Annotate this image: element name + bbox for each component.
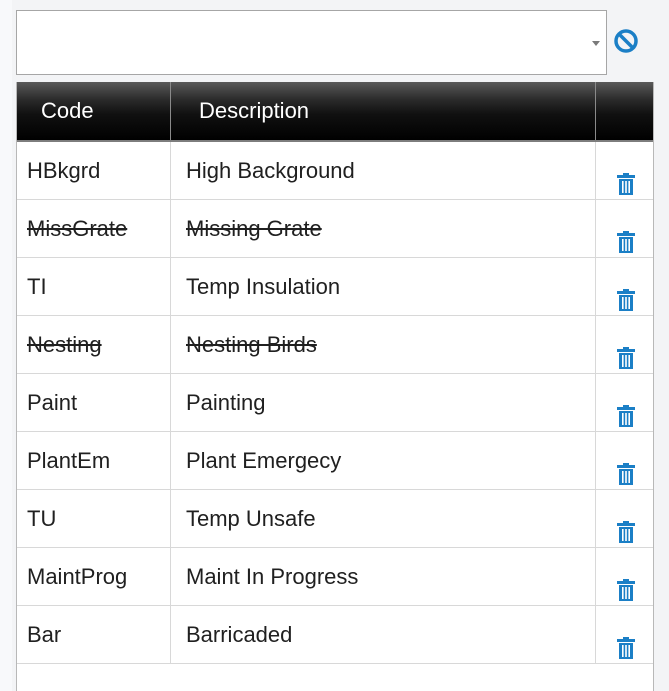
cell-code: HBkgrd: [17, 142, 171, 199]
cell-description: High Background: [171, 142, 596, 199]
cell-actions: [596, 258, 653, 315]
table-row[interactable]: PlantEm Plant Emergecy: [17, 432, 653, 490]
grid-header: Code Description: [17, 82, 653, 142]
code-filter-combobox[interactable]: [16, 10, 607, 75]
cell-code: MaintProg: [17, 548, 171, 605]
cancel-circle-icon: [614, 29, 638, 53]
cell-code: TU: [17, 490, 171, 547]
column-header-description[interactable]: Description: [171, 82, 596, 140]
cell-actions: [596, 606, 653, 663]
trash-icon[interactable]: [616, 623, 636, 659]
table-row[interactable]: TU Temp Unsafe: [17, 490, 653, 548]
table-row[interactable]: TI Temp Insulation: [17, 258, 653, 316]
column-header-actions: [596, 82, 653, 140]
clear-filter-button[interactable]: [612, 27, 640, 55]
left-panel-edge: [0, 0, 12, 691]
cell-description: Missing Grate: [171, 200, 596, 257]
cell-code: Bar: [17, 606, 171, 663]
trash-icon[interactable]: [616, 507, 636, 543]
cell-description: Temp Insulation: [171, 258, 596, 315]
cell-description: Painting: [171, 374, 596, 431]
cell-description: Maint In Progress: [171, 548, 596, 605]
column-header-code[interactable]: Code: [17, 82, 171, 140]
cell-actions: [596, 316, 653, 373]
trash-icon[interactable]: [616, 391, 636, 427]
table-row[interactable]: MaintProg Maint In Progress: [17, 548, 653, 606]
trash-icon[interactable]: [616, 275, 636, 311]
cell-description: Barricaded: [171, 606, 596, 663]
cell-actions: [596, 490, 653, 547]
table-row[interactable]: Paint Painting: [17, 374, 653, 432]
table-row[interactable]: MissGrate Missing Grate: [17, 200, 653, 258]
dropdown-arrow-icon[interactable]: [592, 41, 600, 46]
cell-actions: [596, 432, 653, 489]
trash-icon[interactable]: [616, 217, 636, 253]
cell-code: Nesting: [17, 316, 171, 373]
table-row[interactable]: Bar Barricaded: [17, 606, 653, 664]
cell-description: Nesting Birds: [171, 316, 596, 373]
cell-actions: [596, 200, 653, 257]
trash-icon[interactable]: [616, 565, 636, 601]
table-row[interactable]: HBkgrd High Background: [17, 142, 653, 200]
table-row[interactable]: Nesting Nesting Birds: [17, 316, 653, 374]
trash-icon[interactable]: [616, 159, 636, 195]
cell-actions: [596, 142, 653, 199]
cell-description: Plant Emergecy: [171, 432, 596, 489]
cell-code: MissGrate: [17, 200, 171, 257]
codes-data-grid: Code Description HBkgrd High Background Mi…: [16, 82, 654, 691]
cell-code: TI: [17, 258, 171, 315]
trash-icon[interactable]: [616, 449, 636, 485]
cell-code: PlantEm: [17, 432, 171, 489]
cell-description: Temp Unsafe: [171, 490, 596, 547]
cell-actions: [596, 374, 653, 431]
cell-code: Paint: [17, 374, 171, 431]
trash-icon[interactable]: [616, 333, 636, 369]
cell-actions: [596, 548, 653, 605]
